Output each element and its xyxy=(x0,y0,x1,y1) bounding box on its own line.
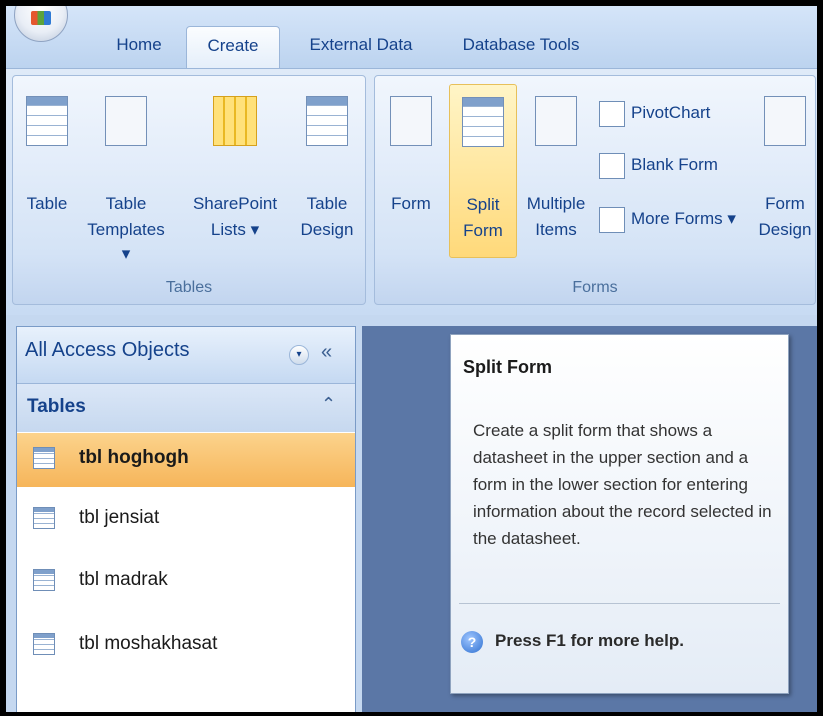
nav-item-label: tbl madrak xyxy=(79,569,168,590)
tooltip-title: Split Form xyxy=(463,357,552,377)
tab-create[interactable]: Create xyxy=(186,26,280,69)
table-templates-icon xyxy=(105,96,147,146)
table-templates-label-2: Templates ▾ xyxy=(87,220,165,263)
navigation-pane: All Access Objects ▾ « Tables ⌃ tbl hogh… xyxy=(16,326,356,712)
nav-item-tbl-hoghogh[interactable]: tbl hoghogh xyxy=(17,433,355,487)
nav-item-tbl-madrak[interactable]: tbl madrak xyxy=(17,555,355,609)
table-design-label-2: Design xyxy=(300,220,354,239)
multiple-items-label-2: Items xyxy=(535,220,577,239)
multiple-items-button[interactable]: Multiple Items xyxy=(517,86,595,256)
table-design-button[interactable]: Table Design xyxy=(293,86,361,256)
sharepoint-label-1: SharePoint xyxy=(192,194,278,213)
access-window: Home Create External Data Database Tools… xyxy=(6,6,817,712)
blank-form-button[interactable]: Blank Form xyxy=(599,148,718,182)
nav-header[interactable]: All Access Objects ▾ « xyxy=(17,327,355,384)
form-label: Form xyxy=(391,194,431,213)
tab-database-tools[interactable]: Database Tools xyxy=(446,26,596,68)
tooltip-body: Create a split form that shows a datashe… xyxy=(473,421,772,548)
table-icon xyxy=(33,447,55,469)
help-icon: ? xyxy=(461,631,483,653)
tooltip-help-text: Press F1 for more help. xyxy=(495,631,684,650)
table-icon xyxy=(33,569,55,591)
sharepoint-lists-icon xyxy=(213,96,257,146)
table-button[interactable]: Table xyxy=(17,86,77,256)
table-icon xyxy=(26,96,68,146)
nav-collapse-icon[interactable]: « xyxy=(321,341,332,364)
blank-form-label: Blank Form xyxy=(631,155,718,174)
blank-form-icon xyxy=(599,152,625,179)
ribbon: Table Table Templates ▾ SharePoint Lists… xyxy=(6,68,817,315)
forms-group-label: Forms xyxy=(572,279,618,296)
form-design-button[interactable]: Form Design xyxy=(757,86,813,256)
tables-group: Table Table Templates ▾ SharePoint Lists… xyxy=(12,75,366,305)
tab-external-data[interactable]: External Data xyxy=(296,26,426,68)
table-design-icon xyxy=(306,96,348,146)
nav-group-chevron-icon[interactable]: ⌃ xyxy=(321,394,336,415)
more-forms-button[interactable]: More Forms ▾ xyxy=(599,202,736,236)
nav-item-tbl-jensiat[interactable]: tbl jensiat xyxy=(17,493,355,547)
table-templates-label-1: Table xyxy=(105,194,147,213)
split-form-icon xyxy=(462,97,504,147)
nav-item-label: tbl jensiat xyxy=(79,507,160,528)
office-logo-icon xyxy=(31,11,51,25)
multiple-items-icon xyxy=(535,96,577,146)
tab-home[interactable]: Home xyxy=(100,26,178,68)
split-form-label-1: Split xyxy=(466,195,500,214)
multiple-items-label-1: Multiple xyxy=(526,194,586,213)
tooltip-separator xyxy=(459,603,780,604)
split-form-button[interactable]: Split Form xyxy=(449,84,517,258)
forms-group: Form Split Form Multiple Items PivotChar… xyxy=(374,75,816,305)
nav-item-tbl-moshakhasat[interactable]: tbl moshakhasat xyxy=(17,619,355,673)
form-design-label-2: Design xyxy=(758,220,812,239)
ribbon-tab-strip: Home Create External Data Database Tools xyxy=(6,6,817,69)
table-templates-button[interactable]: Table Templates ▾ xyxy=(83,86,169,263)
table-icon xyxy=(33,633,55,655)
table-icon xyxy=(33,507,55,529)
nav-item-label: tbl hoghogh xyxy=(79,447,189,468)
table-label: Table xyxy=(26,194,68,213)
split-form-tooltip: Split Form Create a split form that show… xyxy=(450,334,789,694)
nav-dropdown-icon[interactable]: ▾ xyxy=(289,345,309,365)
more-forms-label: More Forms ▾ xyxy=(631,209,736,228)
pivotchart-icon xyxy=(599,100,625,127)
nav-group-header[interactable]: Tables ⌃ xyxy=(17,384,355,432)
form-design-icon xyxy=(764,96,806,146)
form-icon xyxy=(390,96,432,146)
nav-group-title: Tables xyxy=(27,396,86,417)
nav-title: All Access Objects xyxy=(25,339,190,361)
split-form-label-2: Form xyxy=(463,221,503,240)
nav-item-label: tbl moshakhasat xyxy=(79,633,218,654)
form-button[interactable]: Form xyxy=(381,86,441,256)
tables-group-label: Tables xyxy=(165,279,213,296)
sharepoint-label-2: Lists ▾ xyxy=(210,220,260,239)
table-design-label-1: Table xyxy=(306,194,348,213)
pivotchart-label: PivotChart xyxy=(631,103,711,122)
more-forms-icon xyxy=(599,206,625,233)
pivotchart-button[interactable]: PivotChart xyxy=(599,96,710,130)
office-button[interactable] xyxy=(14,6,68,42)
sharepoint-lists-button[interactable]: SharePoint Lists ▾ xyxy=(185,86,285,256)
form-design-label-1: Form xyxy=(765,194,805,213)
